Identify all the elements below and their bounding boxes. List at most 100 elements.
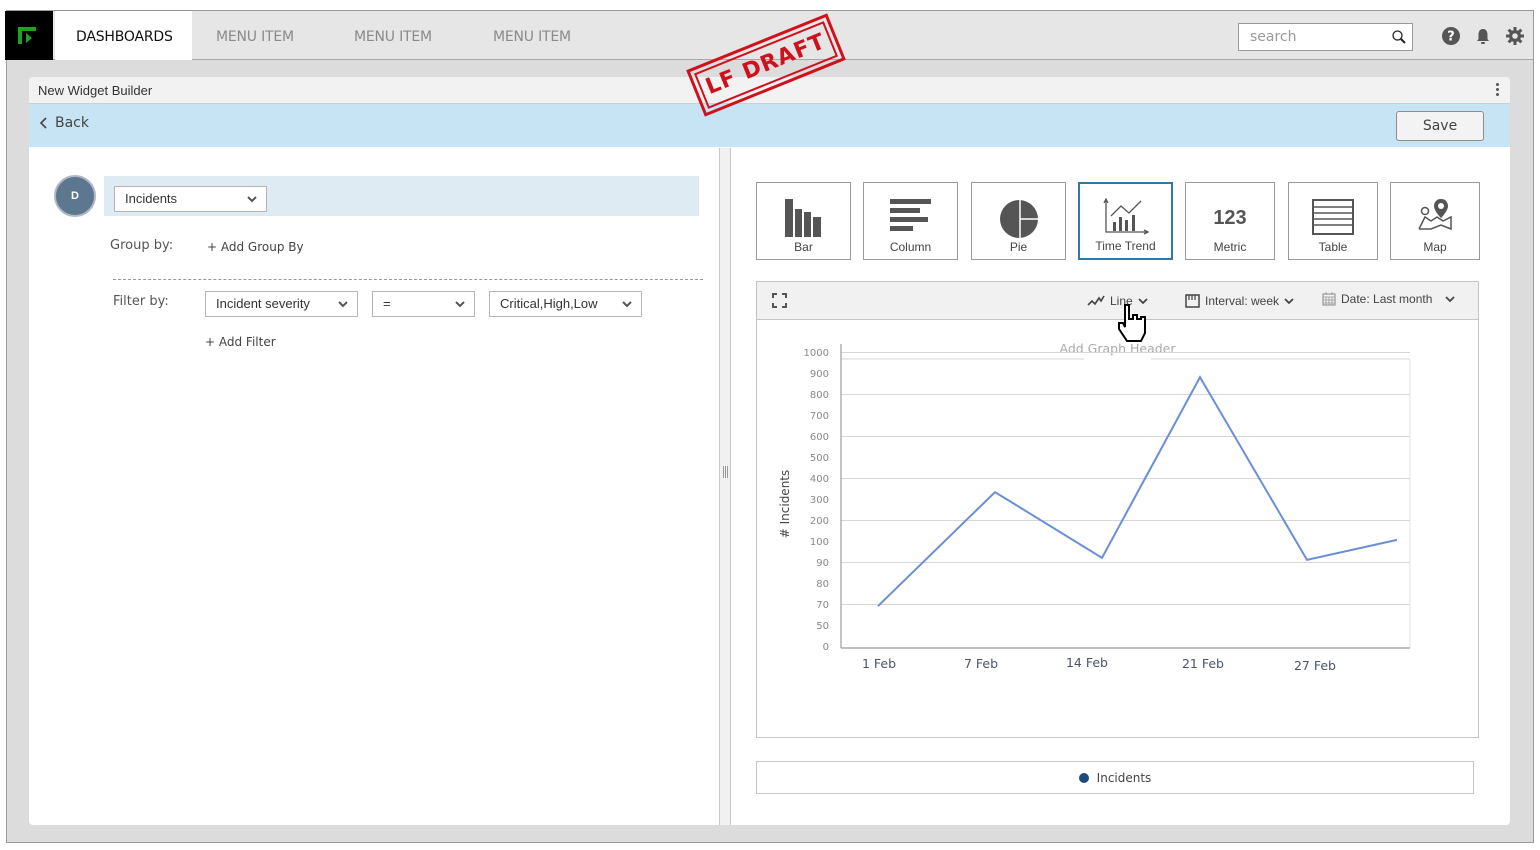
chart-type-label: Table: [1318, 240, 1348, 254]
chart-type-label: Time Trend: [1095, 239, 1156, 253]
y-tick-label: 50: [816, 621, 829, 632]
bar-chart-icon: [784, 199, 821, 237]
chevron-down-icon: [247, 196, 257, 203]
chart-type-label: Bar: [794, 240, 813, 254]
svg-text:?: ?: [1447, 30, 1455, 45]
app-window: DASHBOARDS MENU ITEM MENU ITEM MENU ITEM…: [5, 10, 1534, 843]
y-tick-label: 1000: [804, 348, 829, 359]
chart-type-label: Pie: [1009, 240, 1028, 254]
add-filter-link[interactable]: + Add Filter: [205, 335, 276, 349]
datasource-row: Incidents: [104, 176, 699, 216]
x-tick-label: 21 Feb: [1182, 656, 1224, 671]
datasource-avatar: D: [54, 175, 96, 217]
chart-type-pie[interactable]: Pie: [971, 182, 1066, 260]
y-tick-label: 700: [810, 411, 829, 422]
y-tick-label: 70: [816, 600, 829, 611]
back-label: Back: [55, 115, 89, 131]
time-trend-icon: [1102, 198, 1149, 235]
filter-field-value: Incident severity: [216, 296, 310, 311]
x-tick-label: 27 Feb: [1294, 658, 1336, 673]
y-tick-label: 100: [810, 537, 829, 548]
filter-field-select[interactable]: Incident severity: [205, 291, 358, 317]
interval-dropdown[interactable]: Interval: week: [1185, 294, 1294, 308]
search-box: [1238, 23, 1413, 51]
action-bar: Back Save: [29, 104, 1510, 147]
search-icon[interactable]: [1391, 29, 1407, 45]
y-tick-label: 600: [810, 432, 829, 443]
chevron-left-icon: [39, 117, 47, 129]
query-panel: D Incidents Group by: + Add Group By Fil…: [29, 148, 719, 825]
chart-type-label: Column: [889, 240, 932, 254]
expand-icon[interactable]: [772, 293, 787, 308]
help-icon[interactable]: ?: [1441, 26, 1461, 46]
table-icon: [1312, 199, 1354, 235]
y-tick-label: 400: [810, 474, 829, 485]
chart-type-label: Map: [1423, 240, 1447, 254]
section-divider: [113, 279, 703, 280]
legend-marker: [1078, 772, 1089, 783]
chevron-down-icon: [1284, 298, 1294, 305]
add-group-by-link[interactable]: + Add Group By: [207, 240, 304, 254]
interval-icon: [1185, 294, 1200, 308]
series-line-incidents: [877, 375, 1398, 607]
filter-operator-value: =: [383, 296, 391, 311]
more-options-icon[interactable]: [1494, 83, 1500, 99]
chart-type-bar[interactable]: Bar: [756, 182, 851, 260]
map-icon: [1418, 199, 1452, 231]
interval-label: Interval: week: [1205, 294, 1280, 308]
filter-value-select[interactable]: Critical,High,Low: [489, 291, 642, 317]
chevron-down-icon: [455, 301, 465, 308]
y-tick-label: 300: [810, 495, 829, 506]
app-logo[interactable]: [5, 11, 53, 60]
legend-label[interactable]: Incidents: [1097, 771, 1152, 785]
x-tick-label: 1 Feb: [862, 656, 896, 671]
column-chart-icon: [889, 199, 931, 231]
date-range-dropdown[interactable]: Date: Last month: [1322, 292, 1456, 306]
pie-chart-icon: [999, 199, 1039, 239]
builder-title: New Widget Builder: [38, 83, 153, 98]
chevron-down-icon: [338, 301, 348, 308]
chart-legend: Incidents: [756, 761, 1474, 794]
group-by-label: Group by:: [110, 238, 174, 253]
chart-type-metric[interactable]: 123 Metric: [1185, 182, 1275, 260]
filter-value-text: Critical,High,Low: [500, 296, 598, 311]
y-tick-label: 0: [823, 642, 829, 653]
save-button[interactable]: Save: [1396, 111, 1484, 141]
calendar-icon: [1322, 292, 1336, 306]
y-tick-label: 80: [816, 579, 829, 590]
datasource-select[interactable]: Incidents: [114, 186, 267, 212]
search-input[interactable]: [1239, 24, 1379, 50]
y-tick-label: 90: [816, 558, 829, 569]
metric-icon: 123: [1213, 207, 1247, 229]
gear-icon[interactable]: [1505, 26, 1525, 46]
y-tick-label: 500: [810, 453, 829, 464]
nav-tab-menu-item-3[interactable]: MENU ITEM: [493, 11, 571, 60]
nav-tab-dashboards[interactable]: DASHBOARDS: [55, 11, 192, 60]
filter-by-label: Filter by:: [113, 294, 169, 309]
hand-cursor-icon: [1118, 304, 1146, 342]
chart-type-map[interactable]: Map: [1390, 182, 1480, 260]
y-axis-title: # Incidents: [778, 470, 792, 539]
panel-splitter[interactable]: [719, 148, 731, 825]
date-range-label: Date: Last month: [1341, 292, 1433, 306]
chevron-down-icon: [622, 301, 632, 308]
chart-type-label: Metric: [1213, 240, 1247, 254]
widget-builder-card: New Widget Builder Back Save D Incidents…: [29, 77, 1510, 825]
bell-icon[interactable]: [1473, 26, 1493, 46]
nav-tab-menu-item-2[interactable]: MENU ITEM: [354, 11, 432, 60]
drag-handle-icon[interactable]: [723, 466, 728, 478]
chart-type-table[interactable]: Table: [1288, 182, 1378, 260]
x-tick-label: 14 Feb: [1066, 655, 1108, 670]
line-chart-icon: [1087, 295, 1105, 306]
nav-tab-menu-item-1[interactable]: MENU ITEM: [216, 11, 294, 60]
y-tick-label: 800: [810, 390, 829, 401]
y-tick-label: 900: [810, 369, 829, 380]
x-tick-label: 7 Feb: [964, 656, 998, 671]
chart-type-time-trend[interactable]: Time Trend: [1078, 182, 1173, 260]
y-tick-label: 200: [810, 516, 829, 527]
chart-type-column[interactable]: Column: [863, 182, 958, 260]
chart-panel: Line Interval: week Date: Last month Add…: [756, 281, 1479, 738]
filter-operator-select[interactable]: =: [372, 291, 475, 317]
back-button[interactable]: Back: [39, 115, 89, 131]
line-chart: 0 50 70 80 90 100 200 300 400 500 600 700 800 900 1000…: [778, 344, 1411, 673]
